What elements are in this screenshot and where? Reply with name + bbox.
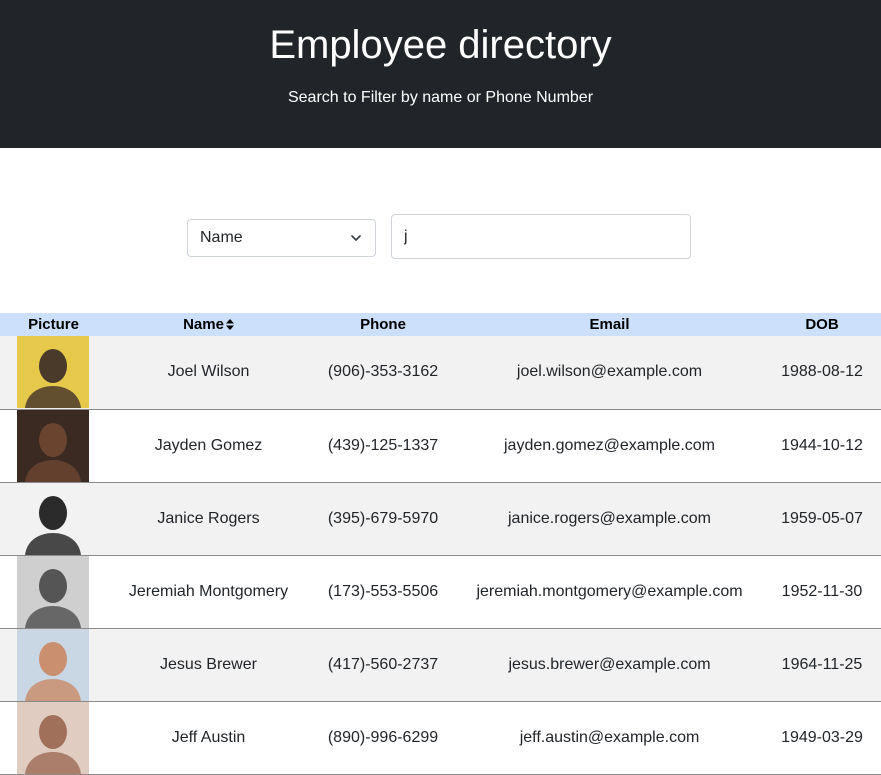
page-header: Employee directory Search to Filter by n… bbox=[0, 0, 881, 148]
picture-cell bbox=[0, 336, 107, 410]
table-row: Jeremiah Montgomery (173)-553-5506 jeremia… bbox=[0, 555, 881, 629]
email-cell: jeff.austin@example.com bbox=[456, 701, 763, 775]
sort-icon[interactable] bbox=[225, 319, 234, 330]
phone-cell: (439)-125-1337 bbox=[310, 409, 456, 483]
name-cell: Jesus Brewer bbox=[107, 628, 310, 702]
picture-cell bbox=[0, 409, 107, 483]
filter-select[interactable]: Name bbox=[187, 219, 376, 257]
col-dob-header: DOB bbox=[763, 313, 881, 336]
email-cell: joel.wilson@example.com bbox=[456, 336, 763, 410]
phone-cell: (417)-560-2737 bbox=[310, 628, 456, 702]
dob-cell: 1988-08-12 bbox=[763, 336, 881, 410]
avatar bbox=[17, 482, 89, 555]
search-input[interactable] bbox=[391, 214, 691, 259]
avatar bbox=[17, 628, 89, 701]
dob-cell: 1949-03-29 bbox=[763, 701, 881, 775]
table-row: Janice Rogers (395)-679-5970 janice.rogers… bbox=[0, 482, 881, 556]
col-phone-header: Phone bbox=[310, 313, 456, 336]
employee-table: Picture Name Phone Email DOB Joel Wilson… bbox=[0, 313, 881, 775]
table-row: Jeff Austin (890)-996-6299 jeff.austin@exa… bbox=[0, 701, 881, 775]
name-cell: Jeff Austin bbox=[107, 701, 310, 775]
name-cell: Jeremiah Montgomery bbox=[107, 555, 310, 629]
col-picture-header: Picture bbox=[0, 313, 107, 336]
name-cell: Joel Wilson bbox=[107, 336, 310, 410]
picture-cell bbox=[0, 555, 107, 629]
avatar bbox=[17, 701, 89, 774]
phone-cell: (395)-679-5970 bbox=[310, 482, 456, 556]
col-name-header-label: Name bbox=[183, 316, 224, 333]
avatar bbox=[17, 409, 89, 482]
email-cell: jeremiah.montgomery@example.com bbox=[456, 555, 763, 629]
email-cell: janice.rogers@example.com bbox=[456, 482, 763, 556]
col-name-header[interactable]: Name bbox=[107, 313, 310, 336]
dob-cell: 1959-05-07 bbox=[763, 482, 881, 556]
table-header-row: Picture Name Phone Email DOB bbox=[0, 313, 881, 336]
avatar bbox=[17, 555, 89, 628]
dob-cell: 1952-11-30 bbox=[763, 555, 881, 629]
name-cell: Jayden Gomez bbox=[107, 409, 310, 483]
chevron-down-icon bbox=[351, 235, 361, 241]
table-row: Jesus Brewer (417)-560-2737 jesus.brewer@e… bbox=[0, 628, 881, 702]
phone-cell: (906)-353-3162 bbox=[310, 336, 456, 410]
email-cell: jesus.brewer@example.com bbox=[456, 628, 763, 702]
page-title: Employee directory bbox=[269, 23, 612, 67]
filter-select-value: Name bbox=[200, 229, 243, 246]
email-cell: jayden.gomez@example.com bbox=[456, 409, 763, 483]
name-cell: Janice Rogers bbox=[107, 482, 310, 556]
dob-cell: 1964-11-25 bbox=[763, 628, 881, 702]
dob-cell: 1944-10-12 bbox=[763, 409, 881, 483]
table-row: Joel Wilson (906)-353-3162 joel.wilson@exa… bbox=[0, 336, 881, 410]
picture-cell bbox=[0, 701, 107, 775]
page-subtitle: Search to Filter by name or Phone Number bbox=[287, 89, 594, 106]
table-row: Jayden Gomez (439)-125-1337 jayden.gomez@e… bbox=[0, 409, 881, 483]
picture-cell bbox=[0, 628, 107, 702]
phone-cell: (890)-996-6299 bbox=[310, 701, 456, 775]
col-email-header: Email bbox=[456, 313, 763, 336]
avatar bbox=[17, 336, 89, 409]
search-bar: Name bbox=[0, 214, 881, 260]
picture-cell bbox=[0, 482, 107, 556]
phone-cell: (173)-553-5506 bbox=[310, 555, 456, 629]
